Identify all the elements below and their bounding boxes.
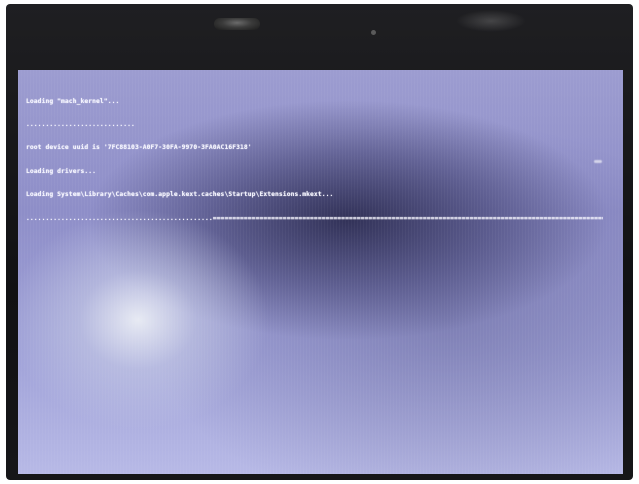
boot-console: Loading "mach_kernel"... ...............… bbox=[26, 82, 621, 238]
console-line-root-uuid: root device uuid is '7FC88103-A0F7-30FA-… bbox=[26, 144, 252, 152]
laptop-screen: Loading "mach_kernel"... ...............… bbox=[18, 70, 623, 474]
bezel-glare bbox=[456, 10, 526, 32]
screen-glare bbox=[594, 160, 602, 163]
console-line-loading-drivers: Loading drivers... bbox=[26, 167, 97, 175]
photo: Loading "mach_kernel"... ...............… bbox=[0, 0, 639, 484]
console-line-dots: ............................ bbox=[26, 120, 135, 128]
webcam-icon bbox=[214, 18, 260, 30]
console-line-loading-mkext: Loading System\Library\Caches\com.apple.… bbox=[26, 191, 334, 199]
bezel-sensor bbox=[371, 30, 376, 35]
console-line-progress: ........................................… bbox=[26, 214, 603, 222]
console-line-loading-kernel: Loading "mach_kernel"... bbox=[26, 97, 120, 105]
